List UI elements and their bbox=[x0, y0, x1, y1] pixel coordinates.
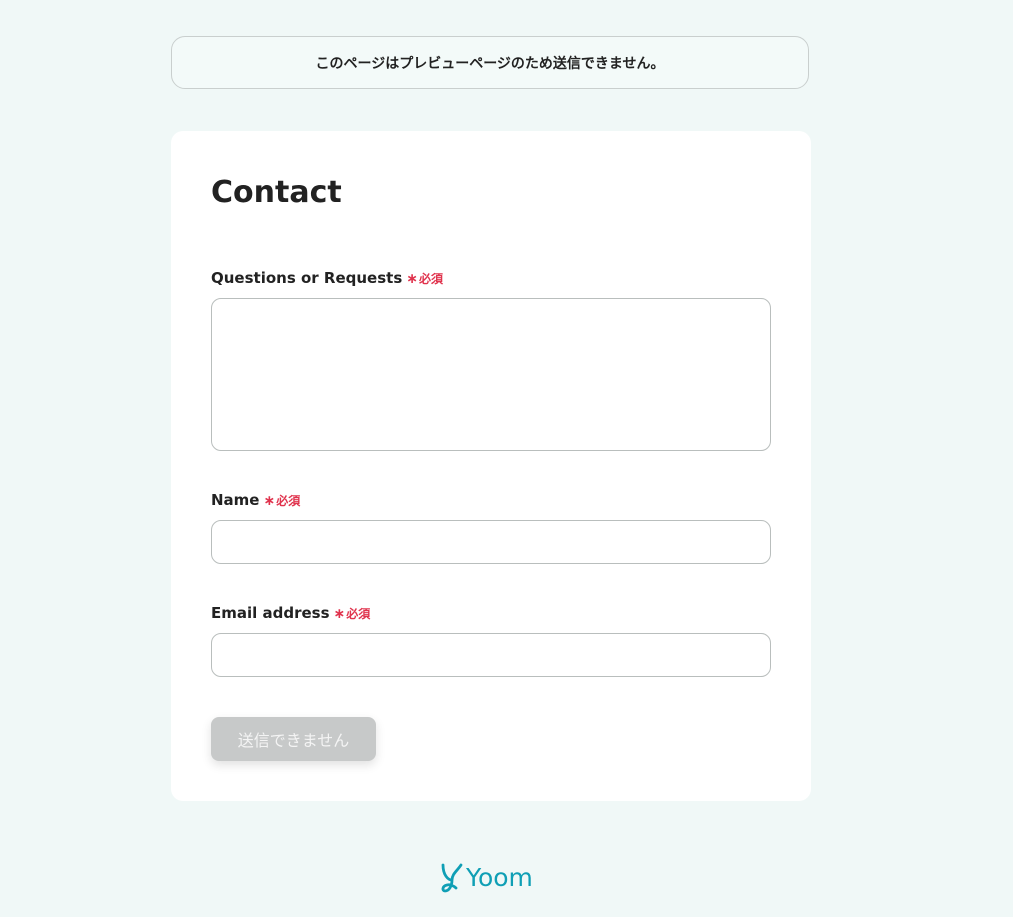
required-badge: ∗ 必須 bbox=[334, 605, 371, 622]
preview-notice-text: このページはプレビューページのため送信できません。 bbox=[315, 55, 665, 72]
questions-label-text: Questions or Requests bbox=[211, 269, 403, 287]
email-label-text: Email address bbox=[211, 604, 330, 622]
email-label: Email address ∗ 必須 bbox=[211, 604, 370, 622]
questions-textarea[interactable] bbox=[211, 298, 771, 451]
required-text: 必須 bbox=[346, 606, 371, 621]
required-text: 必須 bbox=[276, 493, 301, 508]
email-input[interactable] bbox=[211, 633, 771, 677]
name-input[interactable] bbox=[211, 520, 771, 564]
required-asterisk-icon: ∗ bbox=[333, 606, 346, 622]
required-badge: ∗ 必須 bbox=[263, 492, 300, 509]
form-title: Contact bbox=[211, 175, 342, 210]
required-badge: ∗ 必須 bbox=[406, 270, 443, 287]
questions-label: Questions or Requests ∗ 必須 bbox=[211, 269, 443, 287]
preview-notice-banner: このページはプレビューページのため送信できません。 bbox=[171, 36, 809, 89]
preview-page: このページはプレビューページのため送信できません。 Contact Questi… bbox=[0, 0, 1013, 917]
yoom-logo-icon bbox=[441, 863, 463, 893]
name-label: Name ∗ 必須 bbox=[211, 491, 300, 509]
yoom-logo-text: Yoom bbox=[466, 863, 533, 892]
required-asterisk-icon: ∗ bbox=[263, 493, 276, 509]
required-text: 必須 bbox=[418, 271, 443, 286]
contact-form-card: Contact Questions or Requests ∗ 必須 Name … bbox=[171, 131, 811, 801]
yoom-logo[interactable]: Yoom bbox=[440, 862, 533, 894]
required-asterisk-icon: ∗ bbox=[406, 271, 418, 287]
submit-button[interactable]: 送信できません bbox=[211, 717, 376, 761]
name-label-text: Name bbox=[211, 491, 260, 509]
